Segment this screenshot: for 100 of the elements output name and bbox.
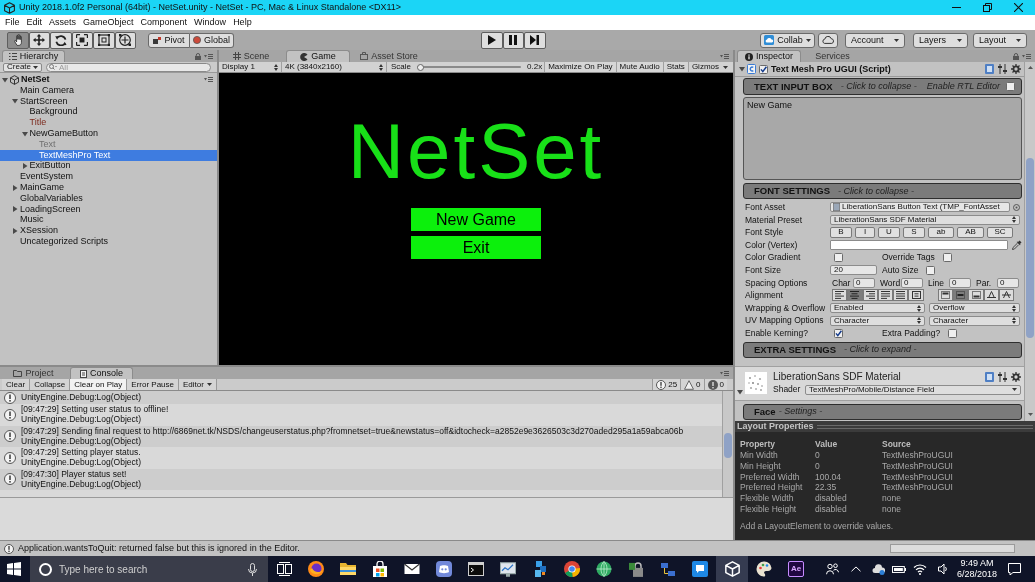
toggle-button[interactable]: Clear on Play xyxy=(70,379,128,390)
eyedropper-icon[interactable] xyxy=(1012,240,1022,251)
color-field[interactable] xyxy=(830,240,1008,251)
panel-menu-icon[interactable] xyxy=(204,77,213,82)
checkbox[interactable] xyxy=(834,253,843,263)
panel-tab[interactable]: Scene xyxy=(222,50,280,62)
tree-item[interactable]: StartScreen xyxy=(20,96,68,106)
toggle-button[interactable]: Clear xyxy=(2,379,31,390)
tool-button[interactable] xyxy=(114,31,136,49)
taskbar-app-button[interactable]: Ae xyxy=(780,556,812,582)
gizmos-dropdown[interactable]: Gizmos xyxy=(687,62,731,72)
scale-slider[interactable] xyxy=(417,63,521,71)
menu-item[interactable]: Help xyxy=(230,18,255,27)
gear-icon[interactable] xyxy=(1011,371,1021,382)
menu-item[interactable]: Edit xyxy=(23,18,46,27)
checkbox[interactable] xyxy=(1006,82,1015,91)
shader-dropdown[interactable]: TextMeshPro/Mobile/Distance Field xyxy=(805,384,1021,395)
message-count-toggle[interactable]: 25 xyxy=(652,379,681,390)
restore-icon[interactable] xyxy=(983,3,992,12)
step-button[interactable] xyxy=(524,31,546,49)
style-button[interactable]: AB xyxy=(957,227,984,238)
gear-icon[interactable] xyxy=(1011,64,1021,74)
disclosure-triangle-icon[interactable] xyxy=(21,130,28,137)
style-button[interactable]: SC xyxy=(987,227,1013,238)
tool-button[interactable] xyxy=(50,31,72,49)
picker-circle-icon[interactable] xyxy=(1013,203,1020,211)
search-field[interactable]: All xyxy=(46,62,211,72)
panel-tab[interactable]: Services xyxy=(805,50,860,62)
tool-button[interactable] xyxy=(28,31,50,49)
search-field[interactable]: Type here to search xyxy=(30,556,268,582)
panel-tab[interactable]: Hierarchy xyxy=(2,50,65,62)
disclosure-triangle-icon[interactable] xyxy=(739,66,745,72)
sliders-icon[interactable] xyxy=(998,371,1007,382)
number-field[interactable]: 0 xyxy=(949,277,971,288)
windows-logo-icon[interactable] xyxy=(7,562,21,576)
number-field[interactable]: 0 xyxy=(853,277,875,288)
tree-item[interactable]: Background xyxy=(29,107,78,117)
toggle-button[interactable]: Error Pause xyxy=(127,379,179,390)
tree-item[interactable]: Main Camera xyxy=(20,85,75,95)
log-entry[interactable]: [09:47:30] Player status set! UnityEngine.Debug:Log(Object) xyxy=(0,468,722,490)
log-entry[interactable]: [09:47:29] Sending final request to http://6869net.tk/NSDS/changeuserstatus.php?fromnetset=true&newstatus=off&idtocheck=a2852e9e3626503c3d270aded295a1a59abca06b UnityEngine.Debug:Log(Object) xyxy=(0,425,722,447)
checkbox[interactable] xyxy=(834,328,843,338)
speaker-icon[interactable] xyxy=(937,563,947,575)
tree-item[interactable]: ExitButton xyxy=(29,161,71,171)
disclosure-triangle-icon[interactable] xyxy=(12,206,18,213)
disclosure-triangle-icon[interactable] xyxy=(12,227,18,234)
slider-thumb[interactable] xyxy=(416,63,424,71)
menu-item[interactable]: Assets xyxy=(46,18,80,27)
panel-tab[interactable]: Project xyxy=(2,367,65,379)
text-input-area[interactable]: New Game xyxy=(743,97,1022,180)
toggle-button[interactable]: Maximize On Play xyxy=(544,62,616,72)
dropdown[interactable]: Character xyxy=(830,315,925,326)
tree-item[interactable]: EventSystem xyxy=(20,172,74,182)
tree-item[interactable]: Music xyxy=(20,215,44,225)
taskbar-app-button[interactable] xyxy=(716,556,748,582)
notification-bubble-icon[interactable] xyxy=(1008,563,1021,575)
panel-tab[interactable]: Asset Store xyxy=(356,50,422,62)
tree-item[interactable]: Uncategorized Scripts xyxy=(20,237,109,247)
disclosure-triangle-icon[interactable] xyxy=(2,76,8,83)
panel-tab[interactable]: Game xyxy=(286,50,350,62)
people-icon[interactable] xyxy=(825,563,839,575)
panel-tab[interactable]: Console xyxy=(70,367,133,379)
tool-button[interactable] xyxy=(93,31,115,49)
tool-button[interactable] xyxy=(71,31,93,49)
battery-icon[interactable] xyxy=(892,565,906,573)
log-entry[interactable]: UnityEngine.Debug:Log(Object) xyxy=(0,391,722,404)
disclosure-triangle-icon[interactable] xyxy=(12,184,18,191)
tree-item[interactable]: TextMeshPro Text xyxy=(39,150,111,160)
task-view-icon[interactable] xyxy=(276,562,292,576)
global-button[interactable]: Global xyxy=(190,32,234,48)
scroll-down-arrow-icon[interactable] xyxy=(1027,413,1033,416)
game-menu-button[interactable]: Exit xyxy=(411,236,541,259)
dropdown[interactable]: Character xyxy=(929,315,1020,326)
pause-button[interactable] xyxy=(502,31,524,49)
panel-menu-icon[interactable] xyxy=(204,53,213,59)
menu-item[interactable]: Component xyxy=(137,18,191,27)
panel-menu-icon[interactable] xyxy=(720,370,729,376)
resolution-dropdown[interactable]: 4K (3840x2160) xyxy=(282,62,387,72)
style-button[interactable]: ab xyxy=(928,227,954,238)
collab-button[interactable]: Collab xyxy=(760,32,815,48)
checkbox[interactable] xyxy=(926,265,936,275)
menu-item[interactable]: Window xyxy=(191,18,230,27)
section-header[interactable]: EXTRA SETTINGS - Click to expand - xyxy=(743,341,1022,358)
lock-icon[interactable] xyxy=(1013,52,1019,60)
alignment-button[interactable] xyxy=(937,289,954,302)
disclosure-triangle-icon[interactable] xyxy=(12,98,18,105)
alignment-button[interactable] xyxy=(832,289,848,302)
section-header[interactable]: TEXT INPUT BOX - Click to collapse - Enable RTL Editor xyxy=(743,78,1022,95)
style-button[interactable]: B xyxy=(830,227,852,238)
section-header[interactable]: FONT SETTINGS - Click to collapse - xyxy=(743,183,1022,199)
pivot-button[interactable]: Pivot xyxy=(148,32,190,48)
message-count-toggle[interactable]: 0 xyxy=(703,379,727,390)
scroll-up-arrow-icon[interactable] xyxy=(1027,66,1033,69)
disclosure-triangle-icon[interactable] xyxy=(737,388,743,395)
layout-dropdown[interactable]: Layout xyxy=(973,32,1027,48)
tree-item[interactable]: NewGameButton xyxy=(29,129,99,139)
chevron-up-icon[interactable] xyxy=(851,566,861,572)
checkbox[interactable] xyxy=(942,253,952,263)
toggle-button[interactable]: Stats xyxy=(662,62,688,72)
create-button[interactable]: Create xyxy=(3,62,42,72)
